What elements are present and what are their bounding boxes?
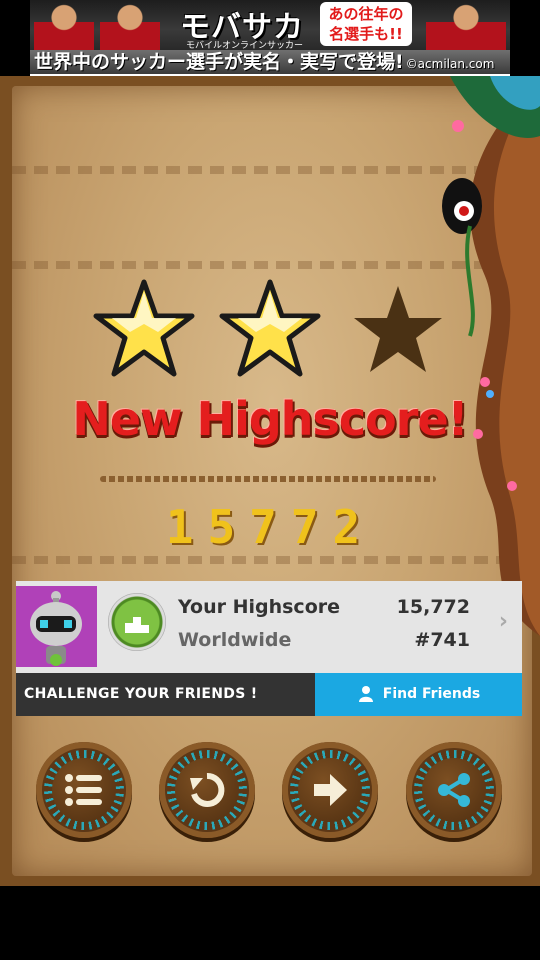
share-icon: [438, 773, 470, 807]
star-empty-icon: [354, 286, 442, 372]
final-score: 15772: [165, 500, 375, 554]
replay-icon: [190, 772, 225, 807]
next-level-button[interactable]: [282, 742, 378, 838]
highscore-card[interactable]: Your Highscore 15,772 Worldwide #741 ›: [16, 581, 522, 673]
decor-line: [12, 556, 532, 564]
replay-button[interactable]: [159, 742, 255, 838]
ad-badge-line2: 名選手も!!: [329, 25, 403, 43]
divider: [100, 476, 436, 482]
ad-domain: ©acmilan.com: [405, 57, 495, 71]
ad-player-photo: [426, 0, 506, 50]
ad-badge: あの往年の 名選手も!!: [320, 2, 412, 46]
ad-badge-line1: あの往年の: [328, 5, 404, 23]
new-highscore-title: New Highscore!: [72, 392, 468, 446]
worldwide-label: Worldwide: [178, 629, 292, 651]
ad-slogan: 世界中のサッカー選手が実名・実写で登場! ©acmilan.com: [30, 50, 510, 74]
ad-slogan-text: 世界中のサッカー選手が実名・実写で登場!: [34, 51, 404, 73]
find-friends-button[interactable]: Find Friends: [315, 673, 522, 716]
next-arrow-icon: [314, 774, 347, 806]
your-highscore-value: 15,772: [396, 596, 470, 618]
decor-line: [12, 166, 532, 174]
ad-player-photo: [100, 0, 160, 50]
decor-line: [12, 261, 532, 269]
menu-button[interactable]: [36, 742, 132, 838]
leaderboard-badge-icon: [108, 593, 166, 651]
ad-player-photo: [34, 0, 94, 50]
your-highscore-label: Your Highscore: [178, 596, 341, 618]
worldwide-rank: #741: [414, 629, 470, 651]
star-filled-icon: [93, 279, 195, 377]
robot-avatar-icon: [30, 591, 82, 666]
bottom-bar: [0, 886, 540, 960]
chevron-right-icon[interactable]: ›: [499, 609, 508, 634]
ad-banner[interactable]: モバサカ モバイルオンラインサッカー あの往年の 名選手も!! 世界中のサッカー…: [30, 0, 510, 76]
menu-list-icon: [65, 774, 102, 806]
star-rating: [90, 278, 450, 378]
star-filled-icon: [219, 279, 321, 377]
avatar: [16, 586, 97, 667]
share-button[interactable]: [406, 742, 502, 838]
challenge-friends-button[interactable]: CHALLENGE YOUR FRIENDS !: [16, 673, 315, 716]
person-icon: [358, 686, 373, 702]
find-friends-label: Find Friends: [382, 686, 481, 702]
